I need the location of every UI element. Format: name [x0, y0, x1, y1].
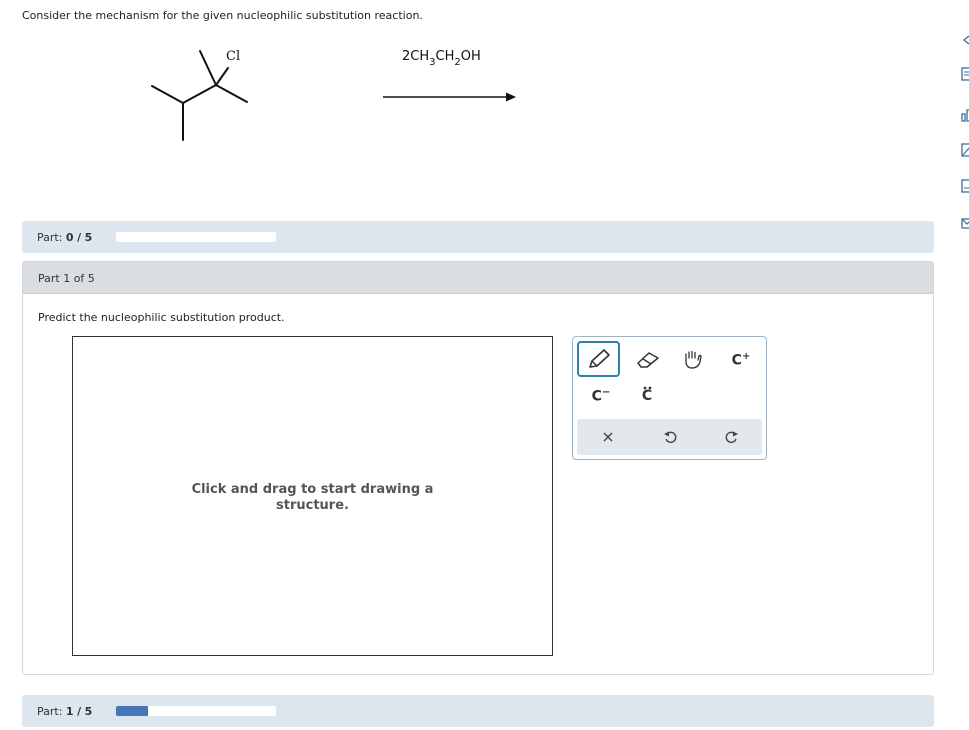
undo-icon — [664, 431, 677, 444]
chlorine-label: Cl — [226, 49, 240, 64]
redo-button[interactable] — [717, 423, 747, 451]
close-icon — [603, 432, 613, 442]
canvas-hint: Click and drag to start drawing a struct… — [191, 482, 434, 513]
part-panel: Part 1 of 5 Predict the nucleophilic sub… — [22, 261, 934, 675]
eraser-icon — [637, 352, 659, 368]
progress-bar-bottom: Part: 1 / 5 — [22, 695, 934, 727]
arrow-head — [506, 92, 516, 102]
bond — [199, 50, 217, 86]
pencil-button[interactable] — [577, 341, 620, 377]
bond — [151, 85, 184, 104]
undo-button[interactable] — [655, 423, 685, 451]
eraser-button[interactable] — [628, 345, 668, 375]
hand-icon — [685, 350, 702, 369]
redo-icon — [725, 431, 738, 444]
bond — [182, 84, 217, 104]
clear-button[interactable] — [593, 423, 623, 451]
bond — [215, 67, 229, 86]
lone-pair-dots — [643, 386, 652, 390]
pencil-icon — [588, 349, 610, 368]
carbanion-button[interactable]: C− — [581, 381, 621, 411]
toolbar-actions — [577, 419, 762, 455]
worksheet-icon[interactable] — [959, 67, 969, 81]
progress-label: Part: 0 / 5 — [37, 231, 93, 244]
question-text: Consider the mechanism for the given nuc… — [22, 9, 423, 22]
progress-track — [116, 706, 276, 716]
part-header: Part 1 of 5 — [23, 262, 933, 294]
bond — [215, 84, 248, 103]
progress-bar-top: Part: 0 / 5 — [22, 221, 934, 253]
carbanion-icon: C− — [591, 387, 611, 405]
mail-icon[interactable] — [959, 216, 969, 230]
drawing-toolbar: C+ C− C — [572, 336, 767, 460]
progress-label: Part: 1 / 5 — [37, 705, 93, 718]
carbocation-icon: C+ — [731, 351, 751, 369]
progress-fill — [116, 706, 148, 716]
lone-pair-icon: C — [641, 386, 653, 404]
carbocation-button[interactable]: C+ — [721, 345, 761, 375]
drawing-canvas[interactable]: Click and drag to start drawing a struct… — [72, 336, 553, 656]
lone-pair-button[interactable]: C — [627, 381, 667, 411]
progress-track — [116, 232, 276, 242]
hand-button[interactable] — [673, 345, 713, 375]
part-prompt: Predict the nucleophilic substitution pr… — [38, 311, 285, 324]
notes-icon[interactable] — [959, 179, 969, 193]
graph-icon[interactable] — [959, 143, 969, 157]
reaction-scheme: Cl 2CH3CH2OH — [151, 49, 516, 141]
reagent-label: 2CH3CH2OH — [402, 49, 481, 68]
collapse-icon[interactable] — [959, 33, 969, 47]
chart-icon[interactable] — [959, 108, 969, 122]
